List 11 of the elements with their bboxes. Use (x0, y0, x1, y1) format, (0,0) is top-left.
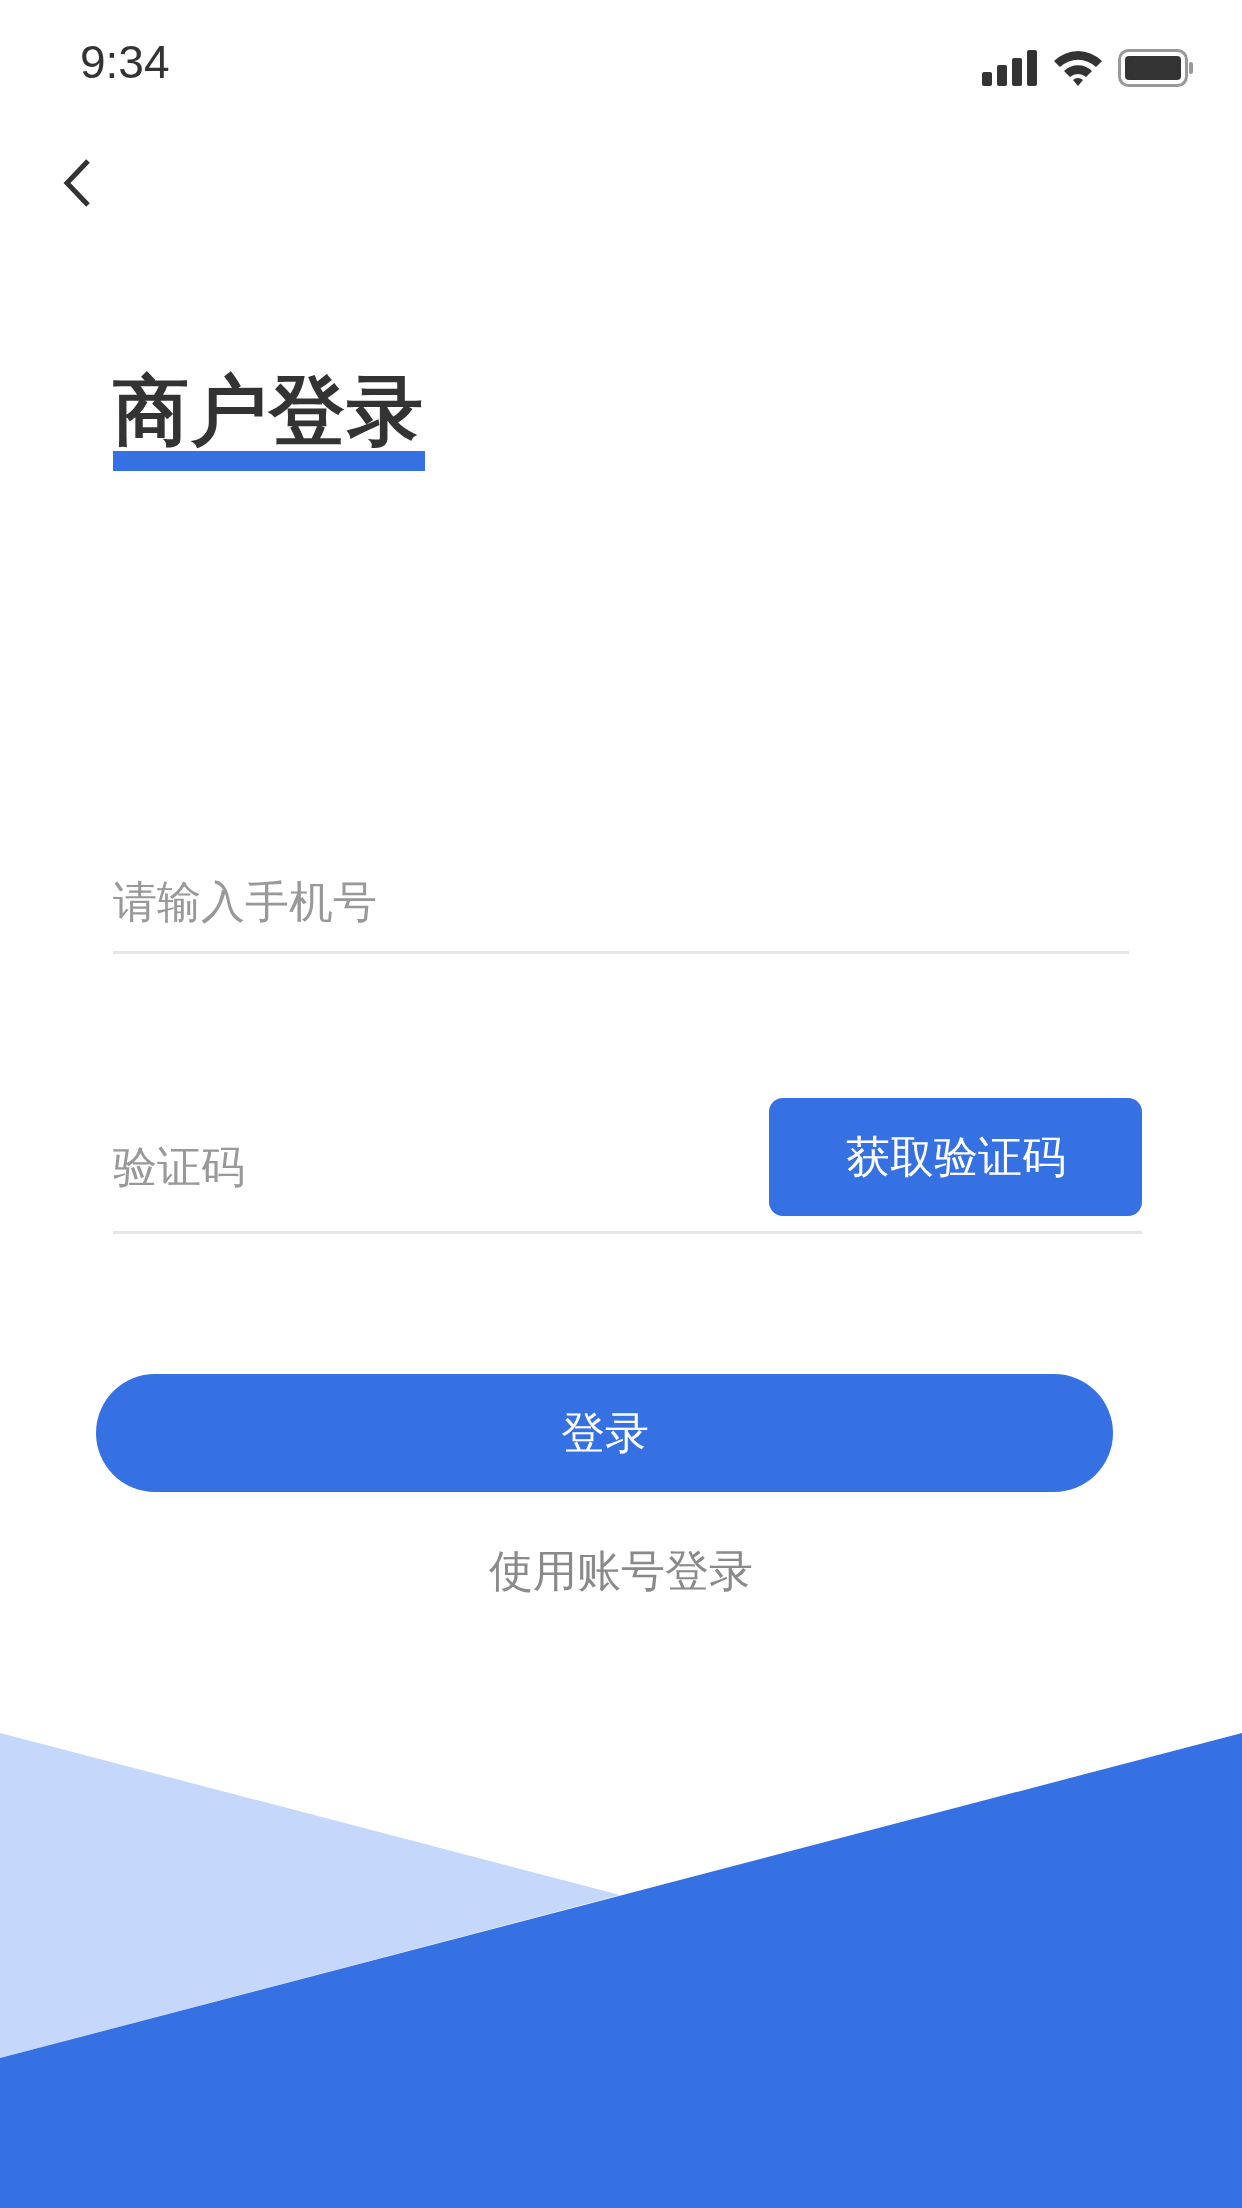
account-login-link[interactable]: 使用账号登录 (489, 1542, 753, 1601)
phone-input-field[interactable]: 请输入手机号 (113, 866, 1129, 936)
signal-icon (982, 50, 1038, 86)
page-title: 商户登录 (113, 373, 425, 449)
code-input-field[interactable]: 验证码 (113, 1131, 769, 1201)
get-code-button[interactable]: 获取验证码 (769, 1098, 1142, 1216)
wifi-icon (1052, 49, 1104, 87)
back-icon[interactable] (62, 158, 92, 208)
login-button[interactable]: 登录 (96, 1374, 1113, 1492)
status-time: 9:34 (80, 35, 170, 89)
battery-icon (1118, 49, 1194, 87)
